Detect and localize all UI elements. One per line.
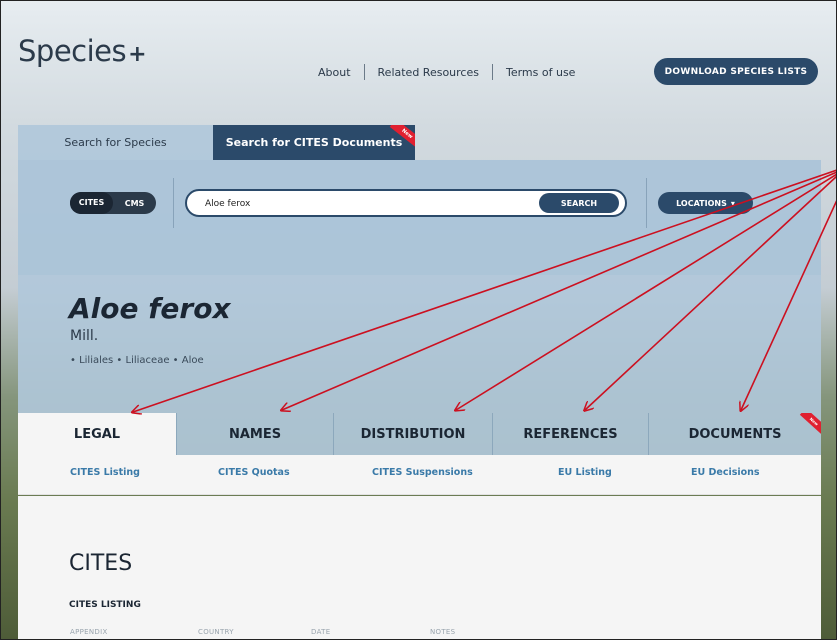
- species-plus-logo[interactable]: Species+: [18, 34, 147, 68]
- divider: [173, 178, 174, 228]
- logo-text: Species: [18, 34, 127, 68]
- top-navigation: About Related Resources Terms of use: [318, 64, 575, 80]
- tab-search-for-cites-documents[interactable]: Search for CITES Documents New: [213, 125, 415, 160]
- tab-documents[interactable]: DOCUMENTS New: [648, 413, 821, 455]
- subtab-cites-listing[interactable]: CITES Listing: [70, 467, 140, 478]
- logo-plus: +: [128, 42, 147, 67]
- column-header-country: COUNTRY: [198, 628, 234, 636]
- toggle-cites[interactable]: CITES: [70, 192, 113, 214]
- tab-distribution[interactable]: DISTRIBUTION: [333, 413, 492, 455]
- tab-references[interactable]: REFERENCES: [492, 413, 648, 455]
- column-header-appendix: APPENDIX: [70, 628, 108, 636]
- species-author: Mill.: [70, 328, 99, 344]
- locations-dropdown[interactable]: LOCATIONS ▾: [658, 192, 753, 214]
- legal-content: CITES CITES LISTING APPENDIX COUNTRY DAT…: [18, 496, 821, 640]
- tab-search-for-species[interactable]: Search for Species: [18, 125, 213, 160]
- nav-divider: [491, 64, 493, 80]
- nav-link-related-resources[interactable]: Related Resources: [378, 66, 479, 79]
- nav-link-about[interactable]: About: [318, 66, 351, 79]
- download-species-lists-button[interactable]: DOWNLOAD SPECIES LISTS: [654, 58, 818, 85]
- search-button[interactable]: SEARCH: [539, 193, 619, 213]
- main-panel: Search for Species Search for CITES Docu…: [18, 125, 821, 640]
- new-ribbon: New: [799, 413, 821, 435]
- toggle-cms[interactable]: CMS: [113, 199, 156, 208]
- search-area: CITES CMS SEARCH LOCATIONS ▾: [18, 160, 821, 275]
- tab-documents-label: DOCUMENTS: [688, 426, 782, 442]
- subtab-eu-listing[interactable]: EU Listing: [558, 467, 612, 478]
- subtab-eu-decisions[interactable]: EU Decisions: [691, 467, 760, 478]
- section-subheading: CITES LISTING: [69, 600, 141, 610]
- subtab-cites-suspensions[interactable]: CITES Suspensions: [372, 467, 473, 478]
- cites-cms-toggle[interactable]: CITES CMS: [70, 192, 156, 214]
- tab-names[interactable]: NAMES: [176, 413, 333, 455]
- legal-subtabs: CITES Listing CITES Quotas CITES Suspens…: [18, 455, 821, 495]
- subtab-cites-quotas[interactable]: CITES Quotas: [218, 467, 290, 478]
- search-box: SEARCH: [185, 189, 627, 217]
- locations-label: LOCATIONS: [676, 198, 727, 208]
- nav-divider: [363, 64, 365, 80]
- search-input[interactable]: [205, 196, 525, 212]
- chevron-down-icon: ▾: [730, 198, 735, 208]
- column-header-date: DATE: [311, 628, 331, 636]
- species-header: Aloe ferox Mill. • Liliales • Liliaceae …: [18, 275, 821, 413]
- divider: [646, 178, 647, 228]
- tab-search-for-cites-documents-label: Search for CITES Documents: [225, 136, 403, 149]
- nav-link-terms-of-use[interactable]: Terms of use: [506, 66, 575, 79]
- species-name: Aloe ferox: [69, 292, 231, 325]
- species-tabs: LEGAL NAMES DISTRIBUTION REFERENCES DOCU…: [18, 413, 821, 455]
- column-header-notes: NOTES: [430, 628, 456, 636]
- section-heading: CITES: [69, 551, 133, 576]
- taxonomy-breadcrumb: • Liliales • Liliaceae • Aloe: [70, 355, 204, 366]
- tab-legal[interactable]: LEGAL: [18, 413, 176, 455]
